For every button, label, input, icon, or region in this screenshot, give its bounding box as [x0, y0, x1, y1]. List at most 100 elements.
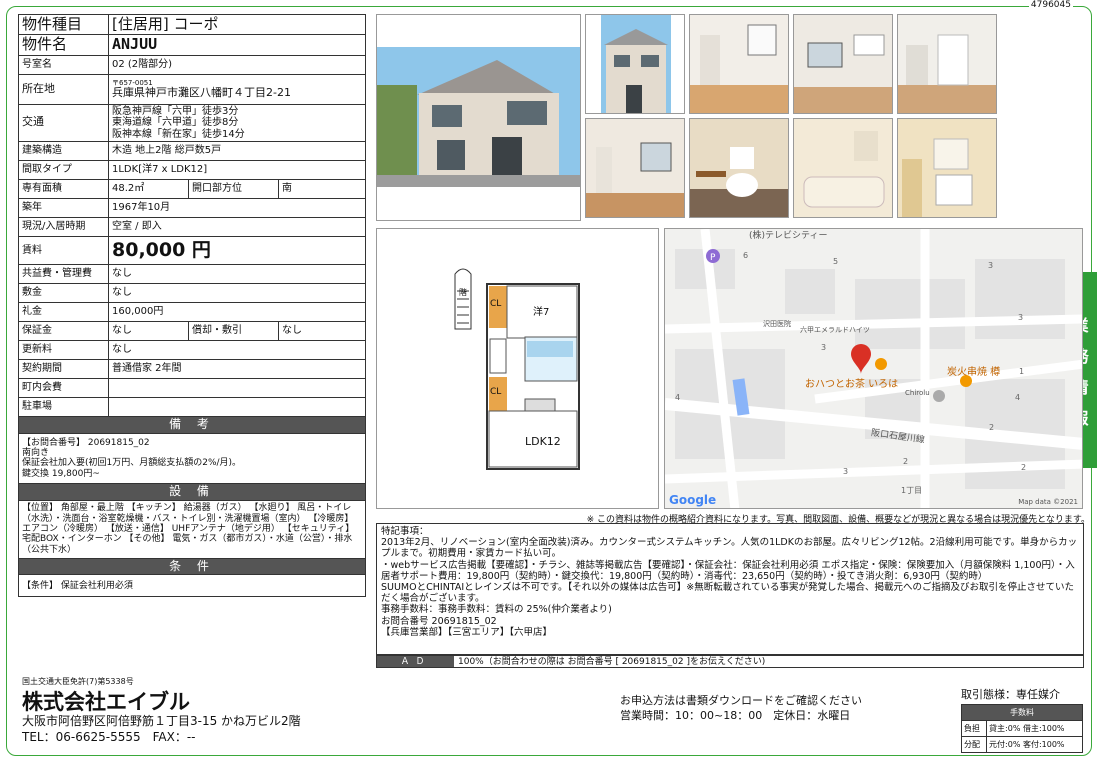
business-hours: 営業時間：10：00~18：00 定休日：水曜日 [620, 708, 851, 722]
built-label: 築年 [18, 198, 109, 218]
deposit-value: なし [108, 283, 366, 303]
map-place-label: Chirolu [905, 389, 930, 397]
notes-line: SUUMOとCHINTAIとレインズは不可です。【それ以外の媒体は広告可】※無断… [381, 582, 1074, 605]
contract-label: 契約期間 [18, 359, 109, 379]
remarks-line: 【お問合番号】 20691815_02 [22, 437, 150, 448]
map-block-number: 1丁目 [901, 486, 923, 495]
map-place-label: おハつとお茶 いろは [805, 379, 899, 390]
notes-line: 事務手数料：事務手数料：賃料の 25%(仲介業者より) [381, 604, 612, 616]
amort-value: なし [278, 321, 366, 341]
thumb-image [690, 15, 788, 113]
name-label: 物件名 [18, 34, 109, 56]
exterior-photo-image [377, 15, 580, 220]
fee-value: なし [108, 264, 366, 284]
map-block-number: 5 [833, 257, 839, 266]
thumb-image [586, 15, 684, 113]
photo-thumb-exterior[interactable] [585, 14, 685, 114]
map-block-number: 6 [743, 251, 749, 260]
floor-plan-cl-label: CL [490, 387, 502, 397]
map-block-number: 3 [988, 261, 994, 270]
remarks-line: 南向き [22, 447, 50, 458]
conditions-heading: 条 件 [18, 557, 366, 576]
map-block-number: 2 [989, 423, 995, 432]
transit-line: 東海道線「六甲道」徒歩8分 [112, 117, 239, 128]
structure-value: 木造 地上2階 総戸数5戸 [108, 141, 366, 161]
room-label: 号室名 [18, 54, 109, 75]
map-place-label: (株)テレビシティー [749, 231, 828, 241]
layout-value: 1LDK[洋7 x LDK12] [108, 160, 366, 180]
main-exterior-photo[interactable] [376, 14, 581, 221]
map-block-number: 1 [1019, 367, 1025, 376]
ad-row: ＡＤ 100%（お問合わせの際は お問合番号 [ 20691815_02 ]をお… [376, 655, 1084, 668]
share-label: 分配 [960, 736, 988, 753]
broker-info: 取引態様：専任媒介 手数料 負担 貸主:0% 借主:100% 分配 元付:0% 客付… [960, 686, 1083, 753]
structure-label: 建築構造 [18, 141, 109, 161]
opening-value: 南 [278, 179, 366, 199]
photo-thumb-room3[interactable] [897, 14, 997, 114]
floor-plan-room-label: 洋7 [533, 307, 550, 318]
floor-plan-cl-label: CL [490, 299, 502, 309]
rent-value: 80,000 円 [108, 236, 366, 265]
fee-label: 共益費・管理費 [18, 264, 109, 284]
company-address: 大阪市阿倍野区阿倍野筋１丁目3-15 かね万ビル2階 [22, 714, 301, 728]
remarks-line: 保証会社加入要(初回1万円、月額総支払額の2%/月)。 [22, 458, 242, 469]
notes-label: 特記事項： [381, 526, 429, 537]
thumb-image [794, 119, 892, 217]
photo-thumb-washroom[interactable] [897, 118, 997, 218]
remarks-line: 鍵交換 19,800円~ [22, 468, 100, 479]
share-value: 元付:0% 客付:100% [986, 736, 1083, 753]
location-label: 所在地 [18, 73, 109, 105]
type-value: [住居用] コーポ [108, 13, 366, 36]
contract-value: 普通借家 2年間 [108, 359, 366, 379]
transaction-type: 取引態様：専任媒介 [961, 688, 1060, 701]
ad-label: ＡＤ [377, 656, 454, 667]
google-logo: Google [669, 493, 717, 507]
svg-text:P: P [710, 253, 716, 263]
map-place-label: 六甲エメラルドハイツ [800, 326, 870, 334]
address-value: 兵庫県神戸市灘区八幡町４丁目2-21 [112, 85, 291, 99]
location-map[interactable]: P (株)テレビシティー 沢田医院 六甲エメラルドハイツ おハつとお茶 いろは … [664, 228, 1083, 509]
key-money-value: 160,000円 [108, 302, 366, 322]
burden-label: 負担 [960, 720, 988, 737]
ad-text: 100%（お問合わせの際は お問合番号 [ 20691815_02 ]をお伝えく… [458, 657, 766, 667]
community-value [108, 378, 366, 398]
parking-label: 駐車場 [18, 397, 109, 417]
map-place-label: 沢田医院 [763, 320, 791, 328]
floor-plan[interactable]: 階 CL CL 洋7 LDK12 [376, 228, 659, 509]
area-value: 48.2㎡ [108, 179, 189, 199]
floor-plan-stairs-label: 階 [459, 288, 467, 297]
photo-thumb-room1[interactable] [689, 14, 789, 114]
thumb-image [898, 119, 996, 217]
photo-thumb-toilet[interactable] [689, 118, 789, 218]
notes-line: お問合番号 20691815_02 [381, 615, 497, 627]
deposit-label: 敷金 [18, 283, 109, 303]
photo-thumb-room4[interactable] [585, 118, 685, 218]
equipment-heading: 設 備 [18, 482, 366, 501]
area-label: 専有面積 [18, 179, 109, 199]
notes-line: ・webサービス広告掲載【要確認】・チラシ、雑誌等掲載広告【要確認】・保証会社：… [381, 559, 1075, 582]
key-money-label: 礼金 [18, 302, 109, 322]
map-block-number: 3 [821, 343, 827, 352]
thumb-image [794, 15, 892, 113]
floor-plan-drawing [454, 268, 580, 470]
map-block-number: 4 [1015, 393, 1021, 402]
special-notes: 特記事項： 2013年2月、リノベーション(室内全面改装)済み。カウンター式シス… [376, 523, 1084, 655]
map-block-number: 2 [903, 457, 909, 466]
transit-line: 阪神本線「新在家」徒歩14分 [112, 128, 245, 140]
photo-thumb-room2[interactable] [793, 14, 893, 114]
notes-line: 2013年2月、リノベーション(室内全面改装)済み。カウンター式システムキッチン… [381, 537, 1078, 560]
company-phone: TEL：06-6625-5555 FAX：-- [22, 730, 196, 744]
map-block-number: 3 [843, 467, 849, 476]
photo-thumb-bath[interactable] [793, 118, 893, 218]
status-label: 現況/入居時期 [18, 217, 109, 237]
opening-label: 開口部方位 [188, 179, 279, 199]
map-place-label: 炭火串焼 樽 [947, 367, 1001, 378]
layout-label: 間取タイプ [18, 160, 109, 180]
renewal-value: なし [108, 340, 366, 360]
thumb-image [690, 119, 788, 217]
parking-value [108, 397, 366, 417]
thumb-image [586, 119, 684, 217]
transit-label: 交通 [18, 103, 109, 142]
security-value: なし [108, 321, 189, 341]
status-value: 空室 / 即入 [108, 217, 366, 237]
